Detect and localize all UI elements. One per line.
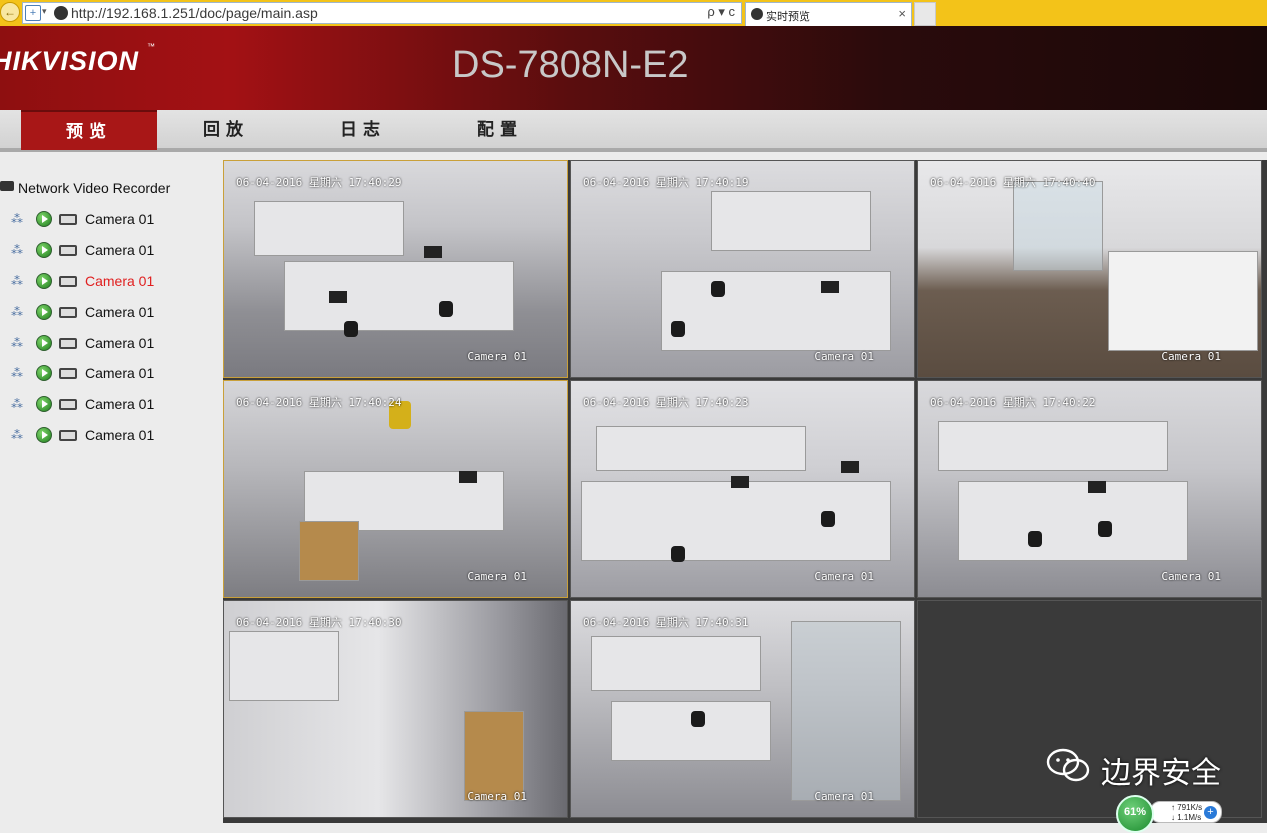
new-tab-button[interactable] xyxy=(914,2,936,26)
play-icon[interactable] xyxy=(36,335,52,351)
tab-title[interactable]: 实时预览 xyxy=(766,8,810,24)
search-refresh-icons[interactable]: ρ ▾ c xyxy=(707,4,735,20)
camera-item[interactable]: ⁂ Camera 01 xyxy=(0,240,221,262)
video-tile[interactable]: 06-04-2016 星期六 17:40:19 Camera 01 xyxy=(570,160,915,378)
video-timestamp: 06-04-2016 星期六 17:40:40 xyxy=(930,176,1096,189)
share-icon[interactable]: ⁂ xyxy=(11,428,23,442)
plus-icon[interactable]: + xyxy=(1204,806,1217,819)
camera-label[interactable]: Camera 01 xyxy=(85,273,154,289)
video-timestamp: 06-04-2016 星期六 17:40:19 xyxy=(583,176,749,189)
video-tile[interactable]: 06-04-2016 星期六 17:40:23 Camera 01 xyxy=(570,380,915,598)
nvr-icon xyxy=(0,181,14,191)
camera-item[interactable]: ⁂ Camera 01 xyxy=(0,363,221,385)
browser-toolbar: ← + ▾ http://192.168.1.251/doc/page/main… xyxy=(0,0,1267,26)
video-tile[interactable]: 06-04-2016 星期六 17:40:29 Camera 01 xyxy=(223,160,568,378)
watermark-text: 边界安全 xyxy=(1101,757,1221,790)
camera-icon xyxy=(59,399,77,410)
tab-preview[interactable]: 预览 xyxy=(21,110,157,150)
play-icon[interactable] xyxy=(36,427,52,443)
main-nav: 预览 回放 日志 配置 xyxy=(0,110,1267,152)
share-icon[interactable]: ⁂ xyxy=(11,305,23,319)
device-model: DS-7808N-E2 xyxy=(452,44,689,86)
site-icon xyxy=(54,6,68,20)
share-icon[interactable]: ⁂ xyxy=(11,397,23,411)
network-meter[interactable]: ↑ 791K/s ↓ 1.1M/s + 61% xyxy=(1116,795,1224,833)
video-camera-label: Camera 01 xyxy=(1161,350,1221,363)
video-camera-label: Camera 01 xyxy=(814,570,874,583)
video-tile[interactable]: 06-04-2016 星期六 17:40:40 Camera 01 xyxy=(917,160,1262,378)
share-icon[interactable]: ⁂ xyxy=(11,336,23,350)
play-icon[interactable] xyxy=(36,273,52,289)
camera-item[interactable]: ⁂ Camera 01 xyxy=(0,333,221,355)
wechat-icon xyxy=(1046,748,1090,782)
brand-logo: HIKVISION xyxy=(0,46,140,76)
video-camera-label: Camera 01 xyxy=(814,790,874,803)
camera-icon xyxy=(59,276,77,287)
share-icon[interactable]: ⁂ xyxy=(11,212,23,226)
camera-icon xyxy=(59,430,77,441)
download-speed: ↓ 1.1M/s xyxy=(1171,813,1202,822)
video-timestamp: 06-04-2016 星期六 17:40:24 xyxy=(236,396,402,409)
video-camera-label: Camera 01 xyxy=(814,350,874,363)
video-tile[interactable]: 06-04-2016 星期六 17:40:22 Camera 01 xyxy=(917,380,1262,598)
video-camera-label: Camera 01 xyxy=(467,570,527,583)
camera-label[interactable]: Camera 01 xyxy=(85,335,154,351)
camera-icon xyxy=(59,368,77,379)
nvr-root-label[interactable]: Network Video Recorder xyxy=(18,180,170,196)
tab-log[interactable]: 日志 xyxy=(295,110,431,150)
video-timestamp: 06-04-2016 星期六 17:40:30 xyxy=(236,616,402,629)
tab-config[interactable]: 配置 xyxy=(432,110,568,150)
video-tile[interactable]: 06-04-2016 星期六 17:40:30 Camera 01 xyxy=(223,600,568,818)
camera-label[interactable]: Camera 01 xyxy=(85,365,154,381)
tab-site-icon xyxy=(751,8,763,20)
dropdown-arrow-icon[interactable]: ▾ xyxy=(42,6,47,17)
camera-item[interactable]: ⁂ Camera 01 xyxy=(0,394,221,416)
play-icon[interactable] xyxy=(36,211,52,227)
tab-live-view[interactable]: 实时预览 × xyxy=(745,2,912,26)
camera-icon xyxy=(59,245,77,256)
device-tree: Network Video Recorder ⁂ Camera 01 ⁂ Cam… xyxy=(0,160,221,823)
video-timestamp: 06-04-2016 星期六 17:40:22 xyxy=(930,396,1096,409)
play-icon[interactable] xyxy=(36,304,52,320)
camera-icon xyxy=(59,214,77,225)
play-icon[interactable] xyxy=(36,365,52,381)
video-timestamp: 06-04-2016 星期六 17:40:23 xyxy=(583,396,749,409)
camera-icon xyxy=(59,338,77,349)
play-icon[interactable] xyxy=(36,396,52,412)
video-camera-label: Camera 01 xyxy=(467,790,527,803)
url-text[interactable]: http://192.168.1.251/doc/page/main.asp xyxy=(71,5,318,21)
video-camera-label: Camera 01 xyxy=(1161,570,1221,583)
camera-item[interactable]: ⁂ Camera 01 xyxy=(0,302,221,324)
camera-icon xyxy=(59,307,77,318)
camera-label[interactable]: Camera 01 xyxy=(85,211,154,227)
video-timestamp: 06-04-2016 星期六 17:40:31 xyxy=(583,616,749,629)
camera-label[interactable]: Camera 01 xyxy=(85,427,154,443)
video-tile[interactable]: 06-04-2016 星期六 17:40:24 Camera 01 xyxy=(223,380,568,598)
network-speed-box: ↑ 791K/s ↓ 1.1M/s + xyxy=(1150,801,1222,823)
app-header: HIKVISION ™ DS-7808N-E2 xyxy=(0,26,1267,110)
camera-item-selected[interactable]: ⁂ Camera 01 xyxy=(0,271,221,293)
watermark: 边界安全 xyxy=(1044,742,1234,790)
camera-item[interactable]: ⁂ Camera 01 xyxy=(0,209,221,231)
video-timestamp: 06-04-2016 星期六 17:40:29 xyxy=(236,176,402,189)
share-icon[interactable]: ⁂ xyxy=(11,274,23,288)
upload-speed: ↑ 791K/s xyxy=(1171,803,1203,812)
tab-playback[interactable]: 回放 xyxy=(158,110,294,150)
camera-label[interactable]: Camera 01 xyxy=(85,242,154,258)
camera-label[interactable]: Camera 01 xyxy=(85,396,154,412)
video-camera-label: Camera 01 xyxy=(467,350,527,363)
camera-label[interactable]: Camera 01 xyxy=(85,304,154,320)
video-grid: 06-04-2016 星期六 17:40:29 Camera 01 06-04-… xyxy=(223,160,1267,823)
trademark: ™ xyxy=(147,42,155,51)
video-tile[interactable]: 06-04-2016 星期六 17:40:31 Camera 01 xyxy=(570,600,915,818)
play-icon[interactable] xyxy=(36,242,52,258)
page-icon[interactable]: + xyxy=(25,5,41,21)
camera-item[interactable]: ⁂ Camera 01 xyxy=(0,425,221,447)
share-icon[interactable]: ⁂ xyxy=(11,243,23,257)
tab-close-icon[interactable]: × xyxy=(898,6,906,21)
memory-usage-ball[interactable]: 61% xyxy=(1116,795,1154,833)
address-bar[interactable]: + ▾ http://192.168.1.251/doc/page/main.a… xyxy=(22,2,742,24)
share-icon[interactable]: ⁂ xyxy=(11,366,23,380)
back-icon[interactable]: ← xyxy=(0,2,20,22)
